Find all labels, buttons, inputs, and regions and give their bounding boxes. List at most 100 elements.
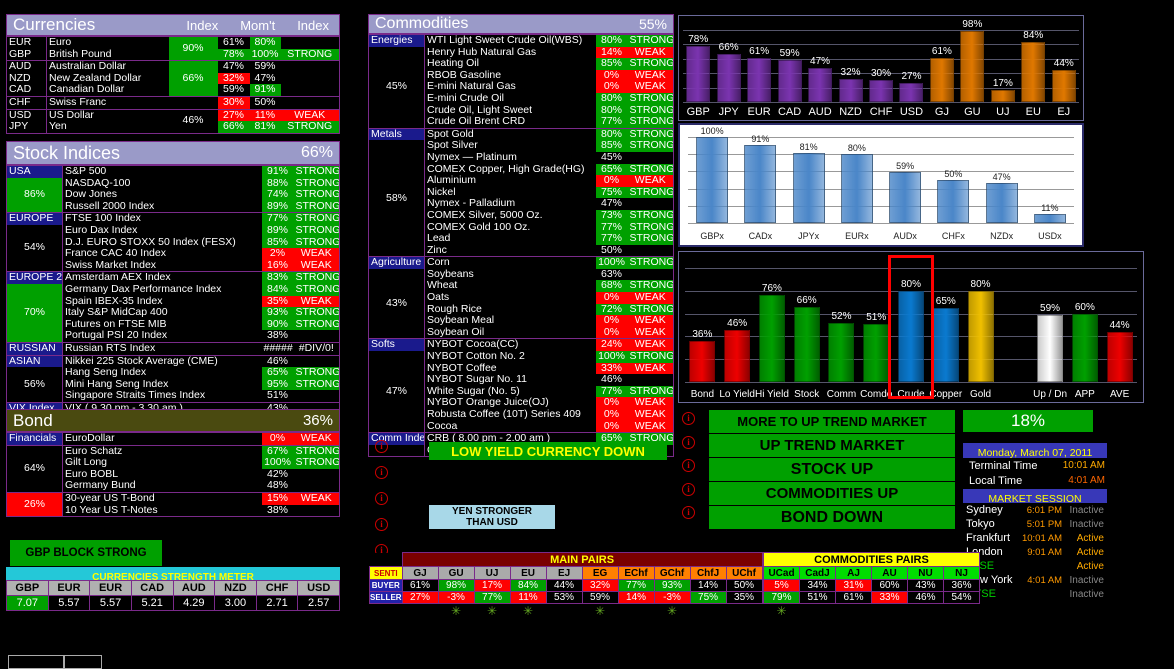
instrument-name: S&P 500: [65, 165, 107, 177]
pair-seller-value: 59%: [581, 591, 619, 604]
status-badge: STRONG: [627, 351, 674, 363]
instrument-score: 0%: [595, 397, 628, 409]
instrument-score: 24%: [595, 338, 628, 352]
pair-code[interactable]: EChf: [617, 566, 655, 580]
pair-code[interactable]: EU: [509, 566, 547, 580]
status-badge: WEAK: [293, 295, 340, 308]
chart-bar: [689, 340, 716, 382]
info-icon[interactable]: i: [682, 482, 695, 496]
instrument-name: White Sugar (No. 5): [427, 385, 520, 397]
table-row: MAIN PAIRS: [369, 552, 763, 567]
table-row: Agriculture Corn 100% STRONG: [368, 256, 674, 269]
strength-meter-code: USD: [297, 580, 340, 596]
table-row: ✳: [763, 603, 980, 618]
instrument-score: 77%: [595, 221, 628, 234]
pair-code[interactable]: EJ: [545, 566, 583, 580]
pair-code[interactable]: NU: [907, 566, 944, 580]
instrument-name: Corn: [424, 256, 596, 269]
instrument-name: Futures on FTSE MIB: [65, 318, 167, 330]
pair-code[interactable]: GU: [437, 566, 475, 580]
alert-banner: STOCK UP: [709, 458, 955, 482]
info-icon[interactable]: i: [682, 459, 695, 472]
chart-bar: [840, 154, 873, 223]
pair-code[interactable]: GChf: [653, 566, 691, 580]
session-state: Inactive: [1069, 504, 1104, 516]
pair-code[interactable]: GJ: [401, 566, 439, 580]
instrument-name: Hang Seng Index: [65, 367, 147, 379]
status-badge: STRONG: [627, 116, 674, 129]
status-badge: WEAK: [627, 338, 674, 352]
instrument-score: 77%: [261, 212, 294, 225]
status-badge: #DIV/0!: [293, 341, 340, 355]
instrument-score: #####: [261, 341, 294, 355]
session-city: Sydney: [966, 504, 1003, 516]
currency-group-index: 90%: [168, 36, 218, 61]
status-badge: [293, 480, 340, 493]
table-row: 58% Spot Silver 85% STRONG: [368, 140, 674, 257]
pair-code[interactable]: CadJ: [799, 566, 836, 580]
table-row: EUROPE 2 Amsterdam AEX Index 83% STRONG: [6, 271, 340, 284]
instrument-score: 77%: [595, 233, 628, 245]
chart-bar: [863, 323, 890, 382]
instrument-name: Russian RTS Index: [62, 341, 262, 355]
strength-meter-value: 5.57: [47, 595, 91, 611]
info-icon[interactable]: i: [682, 435, 695, 449]
pair-code[interactable]: NJ: [943, 566, 980, 580]
instrument-score: 63%: [595, 268, 628, 281]
chart-bar: [937, 180, 970, 223]
status-badge: STRONG: [627, 280, 674, 293]
instrument-score: 0%: [595, 69, 628, 82]
pair-code[interactable]: AJ: [835, 566, 872, 580]
chart-bar-label: 47%: [992, 171, 1011, 182]
pair-seller-value: 51%: [799, 591, 836, 604]
pair-code[interactable]: AU: [871, 566, 908, 580]
status-badge: WEAK: [293, 259, 340, 272]
status-badge: WEAK: [627, 326, 674, 339]
table-row: Metals Spot Gold 80% STRONG: [368, 127, 674, 141]
pair-code[interactable]: ChfJ: [689, 566, 727, 580]
stock-indices-table: USA S&P 500 91% STRONG 86% NASDAQ-100 88% STRON…: [6, 165, 340, 416]
chart-bar: [744, 144, 777, 223]
info-icon[interactable]: i: [375, 466, 388, 479]
strength-meter-value: 5.21: [130, 595, 174, 611]
info-icon[interactable]: i: [375, 518, 388, 531]
chart-axis-label: Lo Yield: [719, 389, 755, 400]
instrument-name: Soybeans: [427, 268, 474, 280]
status-badge: [627, 374, 674, 386]
instrument-score: 15%: [261, 491, 294, 505]
instrument-score: 100%: [595, 351, 628, 363]
chart-bar-label: 61%: [749, 46, 770, 58]
instrument-name: EuroDollar: [65, 432, 115, 444]
instrument-name: Euro Dax Index: [65, 224, 138, 236]
info-icon[interactable]: i: [375, 440, 388, 453]
pair-buyer-value: 32%: [581, 579, 619, 592]
chart-bar-label: 44%: [1053, 58, 1074, 70]
chart-axis-label: Copper: [929, 389, 963, 400]
pair-code[interactable]: UChf: [725, 566, 763, 580]
chart-axis-label: CHF: [869, 106, 893, 118]
info-icon[interactable]: i: [682, 412, 695, 425]
instrument-score: 65%: [595, 163, 628, 176]
session-time: 10:01 AM: [1021, 532, 1063, 544]
info-icon[interactable]: i: [375, 492, 388, 505]
session-row: Frankfurt 10:01 AM Active: [963, 531, 1107, 545]
table-row: 7.07 5.57 5.57 5.21 4.29 3.00 2.71 2.57: [6, 595, 340, 611]
instrument-name: Heating Oil: [427, 58, 479, 70]
chart-highlight-box: [888, 255, 934, 399]
chart-bar-label: 76%: [761, 283, 782, 295]
pair-code[interactable]: EG: [581, 566, 619, 580]
pair-seller-value: 79%: [763, 591, 800, 604]
chart-bar-label: 60%: [1074, 301, 1095, 313]
pair-code[interactable]: UCad: [763, 566, 800, 580]
currencies-header: Currencies Index Mom't Index: [6, 14, 340, 36]
instrument-name: Crude Oil, Light Sweet: [427, 104, 533, 116]
pair-code[interactable]: UJ: [473, 566, 511, 580]
instrument-score: 67%: [261, 444, 294, 458]
instrument-score: 80%: [595, 92, 628, 105]
chart-bar-label: 61%: [931, 46, 952, 58]
table-row: USD US Dollar 46% 27% 11% WEAK: [6, 108, 340, 134]
status-badge: WEAK: [627, 315, 674, 327]
info-icon[interactable]: i: [682, 506, 695, 519]
chart-bar-label: 65%: [935, 295, 956, 307]
alert-banner: COMMODITIES UP: [709, 482, 955, 506]
